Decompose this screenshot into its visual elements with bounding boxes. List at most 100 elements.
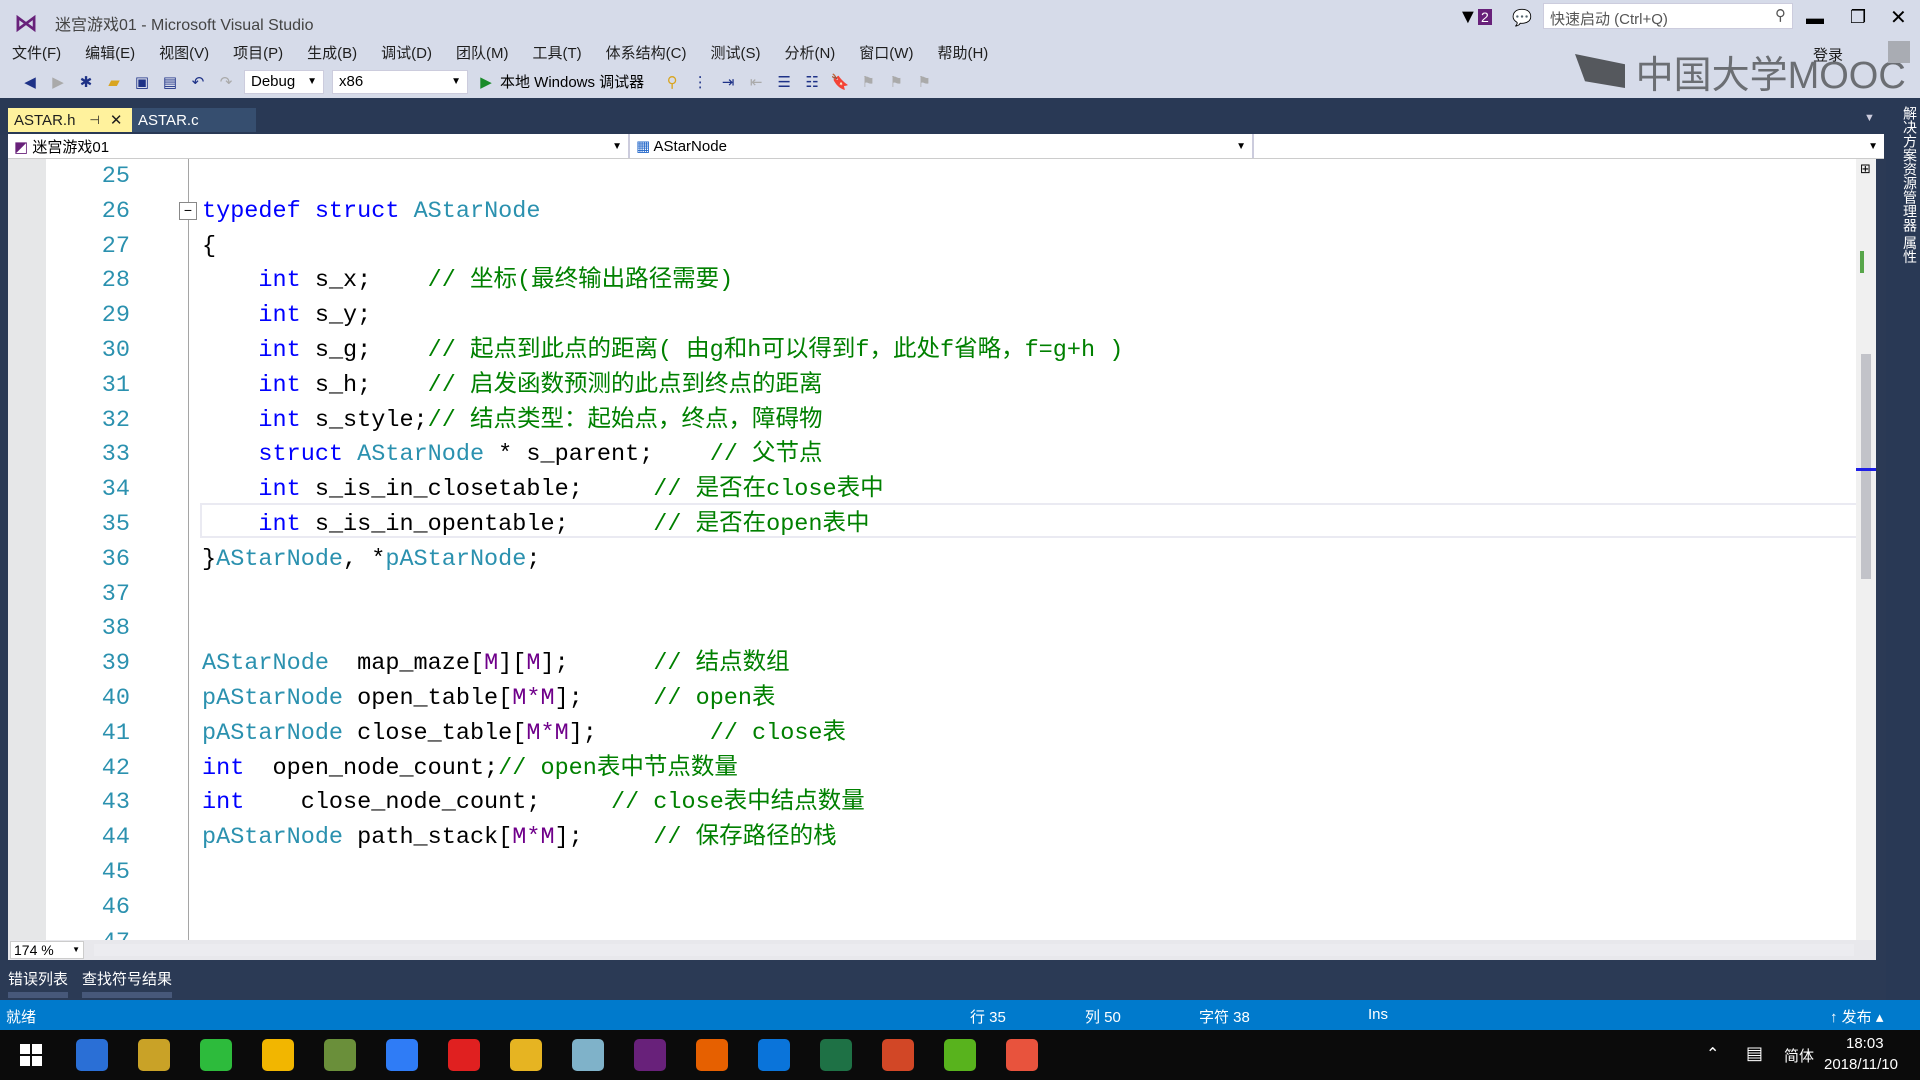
horizontal-scrollbar[interactable] xyxy=(94,944,1854,956)
menu-team[interactable]: 团队(M) xyxy=(444,42,521,63)
tools-icon[interactable] xyxy=(138,1039,170,1071)
code-line[interactable]: 42 int open_node_count;// open表中节点数量 xyxy=(8,751,1868,786)
notepad-icon[interactable] xyxy=(572,1039,604,1071)
menu-architecture[interactable]: 体系结构(C) xyxy=(594,42,699,63)
code-line[interactable]: 30 int s_g; // 起点到此点的距离( 由g和h可以得到f，此处f省略… xyxy=(8,333,1868,368)
code-line[interactable]: 35 int s_is_in_opentable; // 是否在open表中 xyxy=(8,507,1868,542)
code-line[interactable]: 38 xyxy=(8,611,1868,646)
menu-tools[interactable]: 工具(T) xyxy=(520,42,593,63)
ime-indicator[interactable]: 简体 xyxy=(1784,1045,1814,1066)
outdent-icon[interactable]: ⇤ xyxy=(747,73,765,91)
restore-button[interactable]: ❐ xyxy=(1850,7,1866,28)
code-line[interactable]: 41 pAStarNode close_table[M*M]; // close表 xyxy=(8,716,1868,751)
menu-project[interactable]: 项目(P) xyxy=(221,42,295,63)
code-line[interactable]: 27 { xyxy=(8,229,1868,264)
action-center-icon[interactable]: ▤ xyxy=(1746,1043,1763,1064)
edge-icon[interactable] xyxy=(758,1039,790,1071)
scope-select[interactable]: ▦ AStarNode ▼ xyxy=(630,134,1254,158)
prev-bookmark-icon[interactable]: ⚑ xyxy=(859,73,877,91)
wechat-icon[interactable] xyxy=(200,1039,232,1071)
redo-icon[interactable]: ↷ xyxy=(217,73,235,91)
file-manager-icon[interactable] xyxy=(324,1039,356,1071)
camtasia-icon[interactable] xyxy=(944,1039,976,1071)
code-line[interactable]: 26 typedef struct AStarNode xyxy=(8,194,1868,229)
code-line[interactable]: 25 xyxy=(8,159,1868,194)
code-line[interactable]: 32 int s_style;// 结点类型：起始点，终点，障碍物 xyxy=(8,403,1868,438)
menu-build[interactable]: 生成(B) xyxy=(295,42,369,63)
side-tool-strip[interactable]: 解决方案资源管理器 属性 xyxy=(1886,98,1920,1000)
member-select[interactable]: ▼ xyxy=(1254,134,1884,158)
visual-studio-icon[interactable] xyxy=(634,1039,666,1071)
forward-icon[interactable]: ▶ xyxy=(49,73,67,91)
tab-overflow-icon[interactable]: ▼ xyxy=(1864,112,1875,124)
code-line[interactable]: 33 struct AStarNode * s_parent; // 父节点 xyxy=(8,437,1868,472)
code-line[interactable]: 36}AStarNode, *pAStarNode; xyxy=(8,542,1868,577)
next-bookmark-icon[interactable]: ⚑ xyxy=(887,73,905,91)
menu-debug[interactable]: 调试(D) xyxy=(369,42,444,63)
code-line[interactable]: 46 xyxy=(8,890,1868,925)
powerpoint-icon[interactable] xyxy=(882,1039,914,1071)
minimize-button[interactable]: ▬ xyxy=(1806,8,1824,29)
code-line[interactable]: 40 pAStarNode open_table[M*M]; // open表 xyxy=(8,681,1868,716)
code-line[interactable]: 31 int s_h; // 启发函数预测的此点到终点的距离 xyxy=(8,368,1868,403)
menu-window[interactable]: 窗口(W) xyxy=(847,42,925,63)
platform-select[interactable]: x86 ▼ xyxy=(332,69,468,94)
pin-icon[interactable]: ⊣ xyxy=(89,113,99,127)
project-select[interactable]: ◩ 迷宫游戏01 ▼ xyxy=(8,134,630,158)
tab-astar-c[interactable]: ASTAR.c xyxy=(132,108,256,132)
solution-explorer-tab[interactable]: 解决方案资源管理器 属性 xyxy=(1902,106,1918,264)
qq-icon[interactable] xyxy=(262,1039,294,1071)
zoom-select[interactable]: 174 % ▼ xyxy=(10,941,84,959)
login-link[interactable]: 登录 xyxy=(1813,44,1843,65)
step-icon[interactable]: ⋮ xyxy=(691,73,709,91)
back-icon[interactable]: ◀ xyxy=(21,73,39,91)
split-icon[interactable]: ⊞ xyxy=(1860,161,1871,177)
clear-bookmark-icon[interactable]: ⚑ xyxy=(915,73,933,91)
tab-error-list[interactable]: 错误列表 xyxy=(8,962,69,998)
quick-launch-input[interactable]: 快速启动 (Ctrl+Q) ⚲ xyxy=(1543,3,1793,29)
clock-date[interactable]: 2018/11/10 xyxy=(1824,1056,1898,1073)
filter-icon[interactable]: ▼ xyxy=(1458,6,1478,29)
account-avatar[interactable] xyxy=(1888,41,1910,63)
tab-astar-h[interactable]: ASTAR.h ⊣ ✕ xyxy=(8,108,132,132)
comment-icon[interactable]: ☰ xyxy=(775,73,793,91)
menu-edit[interactable]: 编辑(E) xyxy=(73,42,147,63)
feedback-icon[interactable]: 💬 xyxy=(1512,8,1532,28)
menu-help[interactable]: 帮助(H) xyxy=(925,42,1000,63)
code-editor[interactable]: − 25 26 typedef struct AStarNode 27{28 int … xyxy=(8,159,1876,940)
explorer-icon[interactable] xyxy=(510,1039,542,1071)
save-all-icon[interactable]: ▤ xyxy=(161,73,179,91)
play-icon[interactable]: ▶ xyxy=(477,73,495,91)
camtasia-recorder-icon[interactable] xyxy=(1006,1039,1038,1071)
save-icon[interactable]: ▣ xyxy=(133,73,151,91)
code-line[interactable]: 45 xyxy=(8,855,1868,890)
uncomment-icon[interactable]: ☷ xyxy=(803,73,821,91)
code-line[interactable]: 47 xyxy=(8,925,1868,940)
tab-find-symbol-results[interactable]: 查找符号结果 xyxy=(82,962,173,998)
open-file-icon[interactable]: ▰ xyxy=(105,73,123,91)
indent-icon[interactable]: ⇥ xyxy=(719,73,737,91)
find-icon[interactable]: ⚲ xyxy=(663,73,681,91)
firefox-icon[interactable] xyxy=(696,1039,728,1071)
excel-icon[interactable] xyxy=(820,1039,852,1071)
menu-analyze[interactable]: 分析(N) xyxy=(772,42,847,63)
baidu-netdisk-icon[interactable] xyxy=(76,1039,108,1071)
clock-time[interactable]: 18:03 xyxy=(1846,1035,1884,1052)
windows-start-icon[interactable] xyxy=(20,1044,42,1066)
code-line[interactable]: 44 pAStarNode path_stack[M*M]; // 保存路径的栈 xyxy=(8,820,1868,855)
menu-file[interactable]: 文件(F) xyxy=(0,42,73,63)
bookmark-icon[interactable]: 🔖 xyxy=(831,73,850,91)
feishu-icon[interactable] xyxy=(386,1039,418,1071)
code-line[interactable]: 28 int s_x; // 坐标(最终输出路径需要) xyxy=(8,263,1868,298)
scroll-thumb[interactable] xyxy=(1861,354,1871,579)
close-tab-icon[interactable]: ✕ xyxy=(110,111,123,129)
notification-badge[interactable]: 2 xyxy=(1478,9,1492,25)
code-line[interactable]: 29 int s_y; xyxy=(8,298,1868,333)
close-button[interactable]: ✕ xyxy=(1890,5,1907,30)
tray-expand-icon[interactable]: ⌃ xyxy=(1706,1044,1719,1064)
code-line[interactable]: 37 xyxy=(8,577,1868,612)
run-debugger-button[interactable]: 本地 Windows 调试器 xyxy=(500,71,644,92)
new-project-icon[interactable]: ✱ xyxy=(77,73,95,91)
code-line[interactable]: 43 int close_node_count; // close表中结点数量 xyxy=(8,785,1868,820)
publish-button[interactable]: ↑ 发布 ▴ xyxy=(1830,1006,1883,1027)
